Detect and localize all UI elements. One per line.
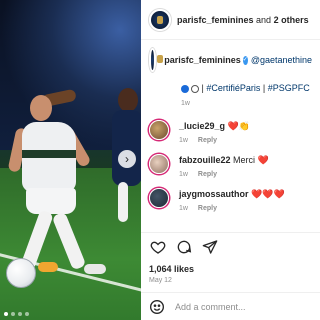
post-side-panel: parisfc_feminines and 2 others parisfc_f… (141, 0, 320, 320)
comment-username[interactable]: fabzouille22 (179, 155, 231, 165)
post-date: May 12 (149, 277, 172, 284)
comment-icon[interactable] (175, 238, 193, 256)
caption-separator-2: | (262, 83, 266, 93)
player-shoe-left (38, 262, 58, 272)
share-icon[interactable] (201, 238, 219, 256)
comment-reply-button[interactable]: Reply (198, 171, 217, 178)
post-header-text: parisfc_feminines and 2 others (177, 15, 309, 25)
caption-age: 1w (181, 100, 190, 107)
post-caption: parisfc_feminines ✓ @gaetanethine | #Cer… (141, 40, 320, 110)
soccer-ball (6, 258, 36, 288)
comment-item: fabzouille22 Merci ❤️ 1w Reply (141, 154, 320, 178)
comment-body: _lucie29_g ❤️👏 1w Reply (179, 120, 250, 144)
carousel-dot (18, 312, 22, 316)
caption-body: | #CertifiéParis | #PSGPFC 1w (181, 82, 312, 110)
caption-mention-link[interactable]: @gaetanethine (251, 55, 312, 65)
player-shorts (26, 188, 76, 214)
comment-age: 1w (179, 205, 188, 212)
comment-username[interactable]: jaygmossauthor (179, 189, 249, 199)
caption-avatar[interactable] (149, 48, 164, 72)
comment-age: 1w (179, 137, 188, 144)
header-others[interactable]: 2 others (274, 15, 309, 25)
white-circle-icon (191, 84, 199, 93)
comment-age: 1w (179, 171, 188, 178)
caption-username[interactable]: parisfc_feminines (164, 55, 241, 65)
blue-circle-icon (181, 84, 189, 93)
hashtag-psgpfc[interactable]: #PSGPFC (268, 83, 310, 93)
carousel-next-button[interactable]: › (118, 150, 136, 168)
comment-avatar[interactable] (149, 154, 169, 174)
opponent-player-leg (118, 182, 128, 222)
hashtag-certifie[interactable]: #CertifiéParis (206, 83, 260, 93)
player-jersey-stripe (22, 150, 76, 158)
verified-badge-icon: ✓ (242, 55, 248, 65)
comment-reply-button[interactable]: Reply (198, 137, 217, 144)
comment-text: Merci ❤️ (233, 155, 269, 165)
player-shoe-right (84, 264, 106, 274)
header-connector: and (256, 14, 272, 25)
comment-body: jaygmossauthor ❤️❤️❤️ 1w Reply (179, 188, 285, 212)
carousel-dot (11, 312, 15, 316)
carousel-dots (4, 312, 29, 316)
comment-text: ❤️❤️❤️ (251, 189, 285, 199)
carousel-dot (25, 312, 29, 316)
comment-composer (141, 292, 320, 320)
header-username[interactable]: parisfc_feminines (177, 15, 254, 25)
post-actions-bar (141, 232, 320, 260)
comment-username[interactable]: _lucie29_g (179, 121, 225, 131)
comment-reply-button[interactable]: Reply (198, 205, 217, 212)
opponent-player-head (118, 88, 138, 112)
comment-item: jaygmossauthor ❤️❤️❤️ 1w Reply (141, 188, 320, 212)
comment-avatar[interactable] (149, 120, 169, 140)
caption-author-row: parisfc_feminines ✓ @gaetanethine (149, 48, 312, 72)
carousel-dot (4, 312, 8, 316)
comment-text: ❤️👏 (227, 121, 250, 131)
player-head (30, 95, 52, 121)
heart-icon[interactable] (149, 238, 167, 256)
add-comment-input[interactable] (175, 301, 315, 312)
caption-separator: | (201, 83, 204, 93)
opponent-player-body (112, 110, 141, 186)
post-header: parisfc_feminines and 2 others (141, 0, 320, 40)
account-avatar[interactable] (149, 8, 171, 31)
comment-avatar[interactable] (149, 188, 169, 208)
emoji-icon[interactable] (149, 299, 165, 315)
comment-item: _lucie29_g ❤️👏 1w Reply (141, 120, 320, 144)
likes-count[interactable]: 1,064 likes (149, 264, 194, 274)
comment-body: fabzouille22 Merci ❤️ 1w Reply (179, 154, 269, 178)
post-photo[interactable]: › (0, 0, 141, 320)
